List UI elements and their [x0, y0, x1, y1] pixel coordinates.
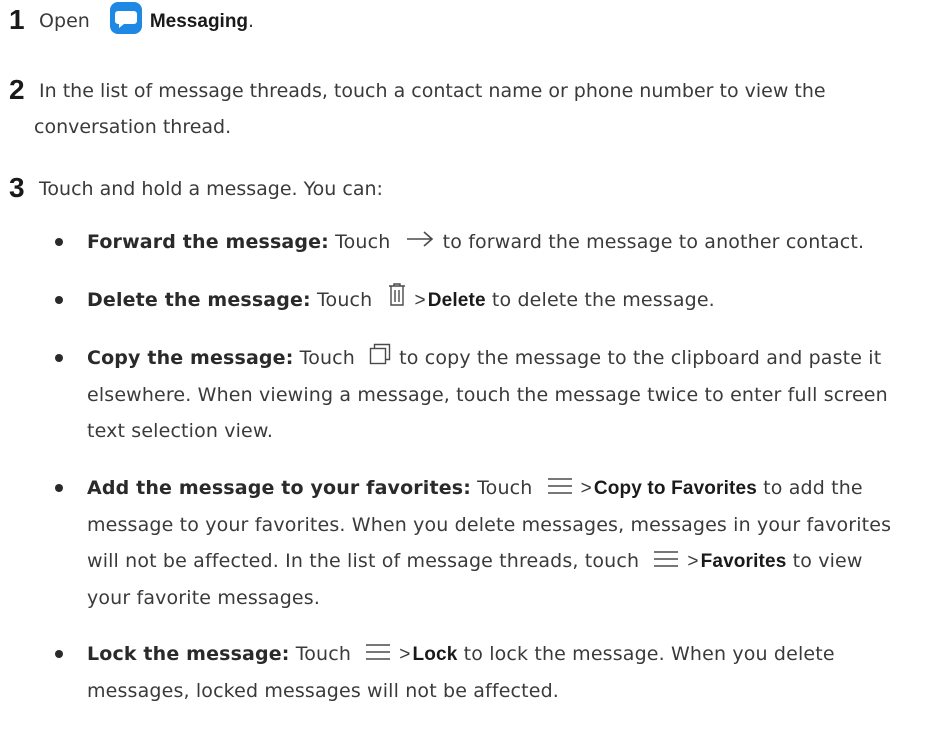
- trash-icon: [387, 282, 407, 319]
- ui-delete: Delete: [427, 290, 486, 311]
- step-text-continued: conversation thread.: [34, 116, 232, 138]
- ui-lock: Lock: [412, 644, 458, 665]
- bullet-text-line: elsewhere. When viewing a message, touch…: [87, 383, 888, 406]
- arrow-right-icon: [405, 225, 435, 261]
- bullet-text: Touch: [299, 347, 355, 369]
- step-3: 3 Touch and hold a message. You can:: [9, 170, 929, 207]
- step-text-end: .: [248, 10, 255, 32]
- bullet-forward: Forward the message: Touch to forward th…: [55, 224, 935, 261]
- bullet-dot: [55, 238, 63, 246]
- bullet-text-line: message to your favorites. When you dele…: [87, 514, 892, 536]
- step-number: 3: [9, 172, 25, 203]
- bullet-lead: Copy the message:: [87, 347, 294, 369]
- separator: >: [687, 551, 699, 572]
- bullet-lead: Forward the message:: [87, 231, 329, 253]
- bullet-dot: [55, 650, 63, 658]
- bullet-text: Touch: [335, 231, 391, 253]
- bullet-dot: [55, 354, 63, 362]
- bullet-text: to forward the message to another contac…: [442, 231, 865, 253]
- copy-icon: [369, 341, 391, 377]
- bullet-dot: [55, 484, 63, 492]
- separator: >: [399, 644, 411, 665]
- bullet-text: Touch: [295, 643, 352, 665]
- bullet-text: to view: [792, 550, 863, 572]
- bullet-lead: Delete the message:: [87, 289, 311, 311]
- bullet-text-line: your favorite messages.: [87, 587, 321, 609]
- step-2: 2 In the list of message threads, touch …: [9, 72, 929, 145]
- bullet-dot: [55, 296, 63, 304]
- bullet-text: to delete the message.: [491, 289, 715, 311]
- bullet-delete: Delete the message: Touch > Delete to del…: [55, 282, 935, 319]
- separator: >: [580, 478, 592, 499]
- ui-favorites: Favorites: [700, 551, 787, 572]
- step-text: Touch and hold a message. You can:: [39, 178, 383, 200]
- menu-icon: [653, 544, 679, 580]
- step-1: 1 Open Messaging.: [9, 2, 929, 40]
- app-name: Messaging: [149, 11, 249, 32]
- step-number: 1: [9, 4, 25, 35]
- step-text: In the list of message threads, touch a …: [39, 80, 826, 102]
- bullet-text-line: text selection view.: [87, 419, 274, 442]
- bullet-text: to copy the message to the clipboard and…: [399, 347, 882, 369]
- separator: >: [414, 290, 426, 311]
- bullet-favorites: Add the message to your favorites: Touch…: [55, 470, 935, 616]
- bullet-lead: Lock the message:: [87, 643, 290, 665]
- bullet-text: to add the: [763, 477, 863, 499]
- step-text: Open: [39, 10, 90, 32]
- bullet-text: to lock the message. When you delete: [463, 643, 835, 665]
- menu-icon: [547, 471, 573, 507]
- bullet-text: will not be affected. In the list of mes…: [87, 550, 640, 572]
- bullet-text: Touch: [477, 477, 533, 499]
- bullet-copy: Copy the message: Touch to copy the mess…: [55, 340, 935, 449]
- menu-icon: [365, 637, 391, 673]
- step-number: 2: [9, 74, 25, 105]
- message-bubble-icon: [109, 2, 142, 34]
- bullet-text: Touch: [317, 289, 373, 311]
- bullet-text-line: messages, locked messages will not be af…: [87, 680, 559, 702]
- ui-copy-to-favorites: Copy to Favorites: [593, 478, 757, 499]
- bullet-lock: Lock the message: Touch > Lock to lock th…: [55, 636, 935, 709]
- bullet-lead: Add the message to your favorites:: [87, 477, 471, 499]
